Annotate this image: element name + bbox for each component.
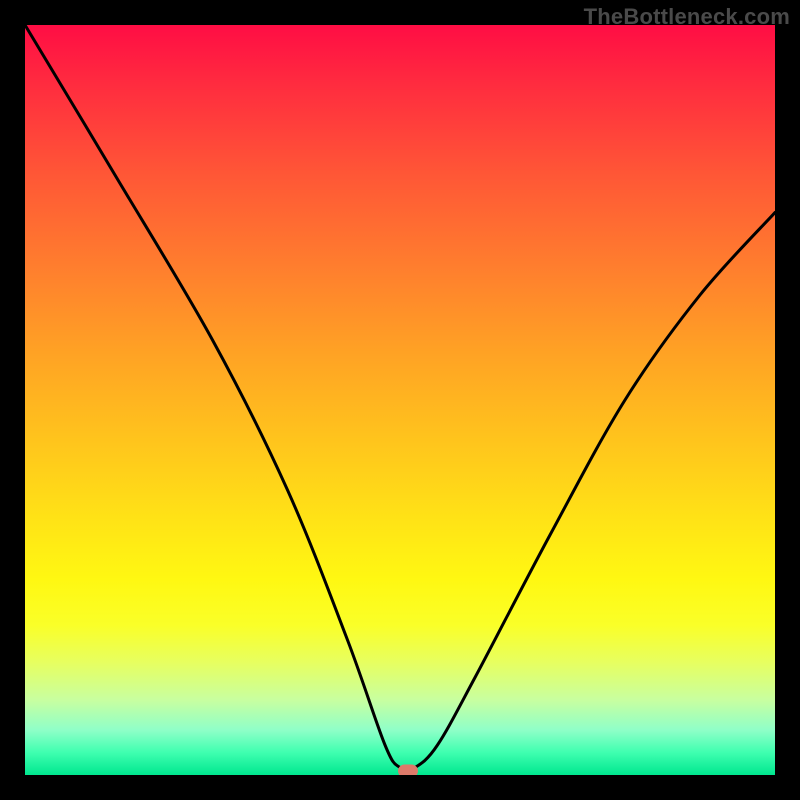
bottleneck-curve: [25, 25, 775, 775]
plot-area: [25, 25, 775, 775]
minimum-marker: [398, 765, 418, 775]
curve-path: [25, 25, 775, 770]
chart-frame: TheBottleneck.com: [0, 0, 800, 800]
watermark-text: TheBottleneck.com: [584, 4, 790, 30]
